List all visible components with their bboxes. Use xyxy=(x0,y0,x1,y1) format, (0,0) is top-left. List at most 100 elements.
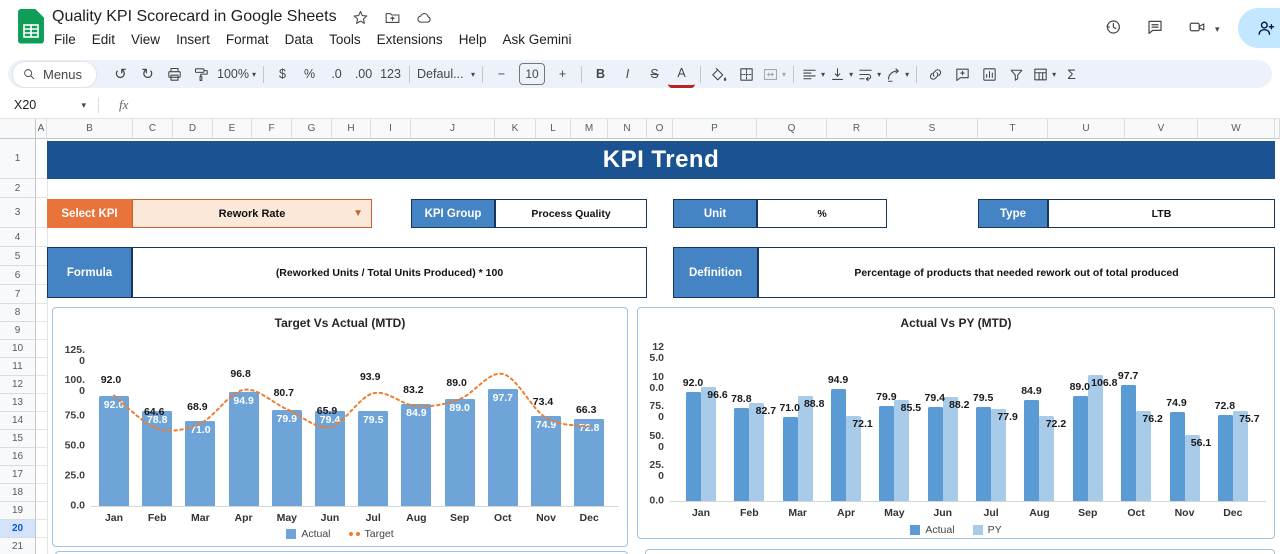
share-button[interactable] xyxy=(1238,8,1280,48)
formula-input[interactable] xyxy=(128,92,1280,118)
menu-data[interactable]: Data xyxy=(277,30,322,49)
menu-tools[interactable]: Tools xyxy=(321,30,369,49)
row-header-12[interactable]: 12 xyxy=(0,376,36,394)
chart-actual-vs-py[interactable]: Actual Vs PY (MTD) 125.0 100.0 75.0 50.0 25.0… xyxy=(637,307,1275,539)
toolbar-search[interactable]: Menus xyxy=(12,60,98,88)
font-size-input[interactable]: 10 xyxy=(519,63,546,85)
row-header-16[interactable]: 16 xyxy=(0,448,36,466)
column-header-F[interactable]: F xyxy=(252,119,292,139)
insert-link-button[interactable] xyxy=(922,62,949,86)
increase-font-size-button[interactable]: + xyxy=(549,62,576,86)
insert-comment-button[interactable] xyxy=(949,62,976,86)
menu-extensions[interactable]: Extensions xyxy=(369,30,451,49)
row-header-11[interactable]: 11 xyxy=(0,358,36,376)
fill-color-button[interactable] xyxy=(706,62,733,86)
row-header-6[interactable]: 6 xyxy=(0,266,36,285)
column-header-O[interactable]: O xyxy=(647,119,673,139)
meet-camera-icon[interactable] xyxy=(1188,18,1206,36)
format-currency-button[interactable]: $ xyxy=(269,62,296,86)
row-header-8[interactable]: 8 xyxy=(0,304,36,322)
column-header-H[interactable]: H xyxy=(332,119,371,139)
zoom-select[interactable]: 100% ▾ xyxy=(215,62,258,86)
menu-file[interactable]: File xyxy=(46,30,84,49)
column-header-U[interactable]: U xyxy=(1048,119,1125,139)
column-header-V[interactable]: V xyxy=(1125,119,1198,139)
column-header-K[interactable]: K xyxy=(495,119,536,139)
text-wrap-button[interactable]: ▾ xyxy=(855,62,883,86)
column-header-J[interactable]: J xyxy=(411,119,495,139)
column-header-I[interactable]: I xyxy=(371,119,411,139)
column-header-S[interactable]: S xyxy=(887,119,978,139)
increase-decimals-button[interactable]: .00 xyxy=(350,62,377,86)
menu-insert[interactable]: Insert xyxy=(168,30,218,49)
select-all-corner[interactable] xyxy=(0,119,36,139)
row-header-20[interactable]: 20 xyxy=(0,520,36,538)
column-header-D[interactable]: D xyxy=(173,119,213,139)
comments-icon[interactable] xyxy=(1146,18,1164,36)
document-title[interactable]: Quality KPI Scorecard in Google Sheets xyxy=(52,8,337,26)
column-header-P[interactable]: P xyxy=(673,119,757,139)
column-header-Q[interactable]: Q xyxy=(757,119,827,139)
strikethrough-button[interactable]: S xyxy=(641,62,668,86)
column-header-L[interactable]: L xyxy=(536,119,571,139)
bold-button[interactable]: B xyxy=(587,62,614,86)
menu-help[interactable]: Help xyxy=(451,30,495,49)
row-header-14[interactable]: 14 xyxy=(0,412,36,430)
menu-format[interactable]: Format xyxy=(218,30,277,49)
vertical-align-button[interactable]: ▾ xyxy=(827,62,855,86)
font-select[interactable]: Defaul... ▾ xyxy=(415,62,477,86)
menu-edit[interactable]: Edit xyxy=(84,30,123,49)
row-header-4[interactable]: 4 xyxy=(0,228,36,247)
version-history-icon[interactable] xyxy=(1104,18,1122,36)
star-icon[interactable] xyxy=(352,9,369,26)
row-header-9[interactable]: 9 xyxy=(0,322,36,340)
menu-ask-gemini[interactable]: Ask Gemini xyxy=(494,30,579,49)
row-header-18[interactable]: 18 xyxy=(0,484,36,502)
format-percent-button[interactable]: % xyxy=(296,62,323,86)
column-header-G[interactable]: G xyxy=(292,119,332,139)
row-header-2[interactable]: 2 xyxy=(0,179,36,198)
decrease-font-size-button[interactable]: − xyxy=(488,62,515,86)
borders-button[interactable] xyxy=(733,62,760,86)
column-header-A[interactable]: A xyxy=(36,119,47,139)
row-header-21[interactable]: 21 xyxy=(0,538,36,554)
column-header-W[interactable]: W xyxy=(1198,119,1275,139)
select-kpi-caret-icon[interactable]: ▼ xyxy=(353,208,363,219)
functions-button[interactable]: Σ xyxy=(1058,62,1085,86)
column-header-B[interactable]: B xyxy=(47,119,133,139)
column-header-M[interactable]: M xyxy=(571,119,608,139)
row-header-13[interactable]: 13 xyxy=(0,394,36,412)
chart-target-vs-actual[interactable]: Target Vs Actual (MTD) 125.0 100.0 75.0 50.0… xyxy=(52,307,628,547)
number-format-button[interactable]: 123 xyxy=(377,62,404,86)
insert-chart-button[interactable] xyxy=(976,62,1003,86)
italic-button[interactable]: I xyxy=(614,62,641,86)
row-header-3[interactable]: 3 xyxy=(0,198,36,228)
row-header-7[interactable]: 7 xyxy=(0,285,36,304)
paint-format-button[interactable] xyxy=(188,62,215,86)
row-header-5[interactable]: 5 xyxy=(0,247,36,266)
name-box-caret-icon[interactable]: ▾ xyxy=(81,100,86,111)
horizontal-align-button[interactable]: ▾ xyxy=(799,62,827,86)
meet-caret-icon[interactable]: ▾ xyxy=(1215,24,1220,35)
column-header-C[interactable]: C xyxy=(133,119,173,139)
row-header-17[interactable]: 17 xyxy=(0,466,36,484)
column-header-R[interactable]: R xyxy=(827,119,887,139)
text-rotation-button[interactable]: ▾ xyxy=(883,62,911,86)
filter-button[interactable] xyxy=(1003,62,1030,86)
name-box[interactable]: X20 ▾ xyxy=(14,98,86,112)
table-views-button[interactable]: ▾ xyxy=(1030,62,1058,86)
menu-view[interactable]: View xyxy=(123,30,168,49)
undo-button[interactable]: ↺ xyxy=(107,62,134,86)
move-folder-icon[interactable] xyxy=(384,9,401,26)
column-header-N[interactable]: N xyxy=(608,119,647,139)
select-kpi-dropdown[interactable]: Rework Rate ▼ xyxy=(132,199,372,228)
decrease-decimals-button[interactable]: .0 xyxy=(323,62,350,86)
text-color-button[interactable]: A xyxy=(668,61,696,88)
column-header-E[interactable]: E xyxy=(213,119,252,139)
redo-button[interactable]: ↻ xyxy=(134,62,161,86)
row-header-10[interactable]: 10 xyxy=(0,340,36,358)
row-header-19[interactable]: 19 xyxy=(0,502,36,520)
row-header-1[interactable]: 1 xyxy=(0,139,36,179)
sheets-logo-icon[interactable] xyxy=(18,9,44,45)
row-header-15[interactable]: 15 xyxy=(0,430,36,448)
